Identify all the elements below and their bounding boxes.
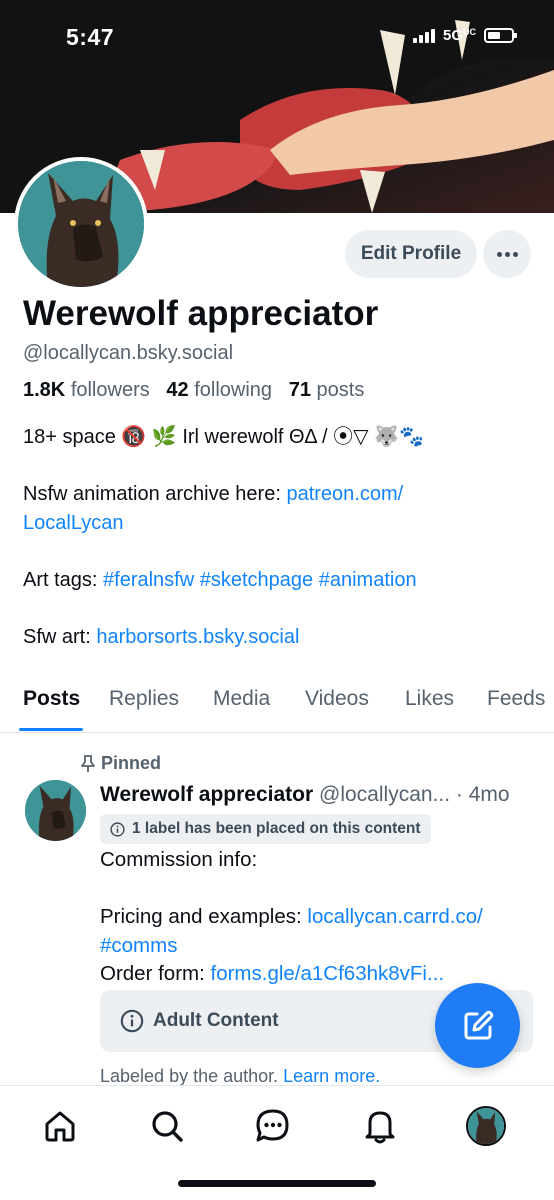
nav-chat[interactable] (253, 1106, 293, 1146)
tab-likes[interactable]: Likes (405, 687, 454, 711)
tab-media[interactable]: Media (213, 687, 270, 711)
tag-sketchpage[interactable]: #sketchpage (200, 569, 313, 591)
comms-link[interactable]: #comms (100, 934, 177, 957)
bio-art-tags: Art tags: #feralnsfw #sketchpage #animat… (23, 568, 417, 591)
active-tab-indicator (19, 728, 83, 731)
bio-line: 18+ space 🔞 🌿 Irl werewolf ΘΔ / ⦿▽ 🐺🐾 (23, 426, 424, 448)
pin-icon (81, 754, 95, 772)
more-options-button[interactable] (483, 230, 531, 278)
pinned-indicator: Pinned (80, 753, 161, 774)
posts-stat: 71 posts (288, 379, 365, 401)
tab-feeds[interactable]: Feeds (487, 687, 545, 711)
post-author-name[interactable]: Werewolf appreciator (100, 783, 313, 806)
profile-bio: 18+ space 🔞 🌿 Irl werewolf ΘΔ / ⦿▽ 🐺🐾 Ns… (23, 423, 533, 680)
patreon-link[interactable]: patreon.com/ (286, 483, 403, 505)
search-icon (152, 1111, 183, 1142)
bell-icon (365, 1111, 395, 1144)
tab-replies[interactable]: Replies (109, 687, 179, 711)
profile-tabs: Posts Replies Media Videos Likes Feeds (0, 678, 554, 733)
edit-profile-button[interactable]: Edit Profile (345, 230, 477, 278)
home-icon (45, 1111, 75, 1142)
post-header[interactable]: Werewolf appreciator @locallycan... · 4m… (100, 783, 540, 807)
status-bar: 5:47 5GUC (0, 0, 554, 70)
followers-stat[interactable]: 1.8K followers (23, 379, 150, 401)
status-time: 5:47 (66, 24, 115, 50)
profile-avatar[interactable] (14, 157, 148, 291)
post-author-handle: @locallycan... (319, 783, 451, 806)
order-form-link[interactable]: forms.gle/a1Cf63hk8vFi... (211, 962, 445, 985)
tab-videos[interactable]: Videos (305, 687, 369, 711)
carrd-link[interactable]: locallycan.carrd.co/ (307, 905, 482, 928)
display-name: Werewolf appreciator (23, 294, 379, 333)
info-icon (110, 821, 125, 837)
home-indicator (178, 1180, 376, 1187)
network-label: 5GUC (442, 27, 476, 44)
tag-animation[interactable]: #animation (319, 569, 417, 591)
compose-button[interactable] (435, 983, 520, 1068)
nav-profile[interactable] (466, 1106, 506, 1146)
sfw-link[interactable]: harborsorts.bsky.social (96, 626, 299, 648)
profile-stats: 1.8K followers 42 following 71 posts (23, 379, 364, 402)
content-label-chip[interactable]: 1 label has been placed on this content (100, 814, 431, 844)
post-time: 4mo (468, 783, 510, 806)
wolf-avatar-art-small (25, 780, 86, 841)
chat-icon (256, 1109, 289, 1142)
more-icon (496, 251, 518, 257)
labeled-by-text: Labeled by the author. Learn more. (100, 1066, 381, 1086)
nav-notifications[interactable] (360, 1106, 400, 1146)
post-body: Commission info: Pricing and examples: l… (100, 848, 483, 985)
info-icon (120, 1009, 144, 1033)
tag-feralnsfw[interactable]: #feralnsfw (103, 569, 194, 591)
following-stat[interactable]: 42 following (166, 379, 272, 401)
nav-search[interactable] (147, 1106, 187, 1146)
compose-icon (464, 1010, 493, 1039)
signal-icon (412, 28, 435, 43)
wolf-avatar-art (18, 161, 144, 287)
tab-posts[interactable]: Posts (23, 687, 80, 711)
learn-more-link[interactable]: Learn more. (283, 1066, 380, 1086)
bio-archive: Nsfw animation archive here: patreon.com… (23, 483, 404, 534)
nav-home[interactable] (40, 1106, 80, 1146)
patreon-link-cont[interactable]: LocalLycan (23, 512, 123, 534)
profile-avatar-small (466, 1106, 506, 1146)
battery-icon (484, 28, 517, 43)
post-author-avatar[interactable] (25, 780, 86, 841)
status-indicators: 5GUC (412, 27, 517, 44)
profile-handle: @locallycan.bsky.social (23, 342, 234, 364)
bio-sfw: Sfw art: harborsorts.bsky.social (23, 625, 300, 648)
